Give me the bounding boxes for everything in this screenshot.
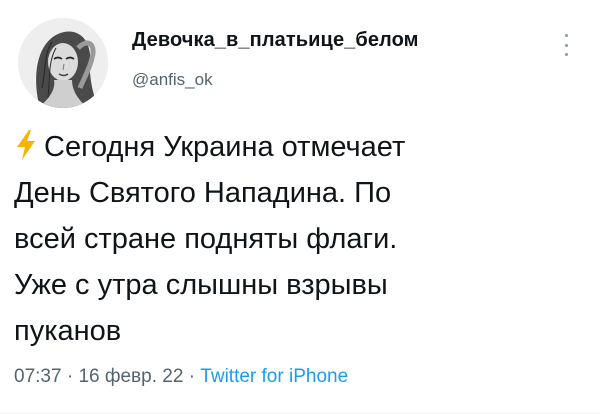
tweet-body-line: День Святого Нападина. По	[14, 177, 392, 209]
tweet-card: Девочка_в_платьице_белом @anfis_ok Сегод…	[0, 0, 600, 414]
tweet-body-line: всей стране подняты флаги.	[14, 223, 398, 255]
author-handle[interactable]: @anfis_ok	[132, 70, 213, 90]
author-display-name[interactable]: Девочка_в_платьице_белом	[132, 29, 419, 52]
tweet-source-link[interactable]: Twitter for iPhone	[200, 366, 348, 387]
avatar[interactable]	[18, 18, 108, 108]
tweet-body-line: пуканов	[14, 315, 122, 347]
meta-separator: ·	[66, 366, 74, 387]
tweet-body-line: Сегодня Украина отмечает	[14, 124, 584, 170]
more-vertical-icon[interactable]	[560, 34, 572, 56]
avatar-sketch-image	[18, 18, 108, 108]
tweet-time[interactable]: 07:37	[14, 366, 62, 387]
tweet-metadata: 07:37 · 16 февр. 22 · Twitter for iPhone	[14, 366, 348, 388]
meta-separator: ·	[188, 366, 196, 387]
tweet-date[interactable]: 16 февр. 22	[78, 366, 183, 387]
tweet-body: Сегодня Украина отмечает День Святого На…	[14, 124, 584, 354]
tweet-body-line-text: Сегодня Украина отмечает	[44, 131, 406, 163]
tweet-body-line: Уже с утра слышны взрывы	[14, 269, 388, 301]
high-voltage-icon	[17, 130, 35, 160]
